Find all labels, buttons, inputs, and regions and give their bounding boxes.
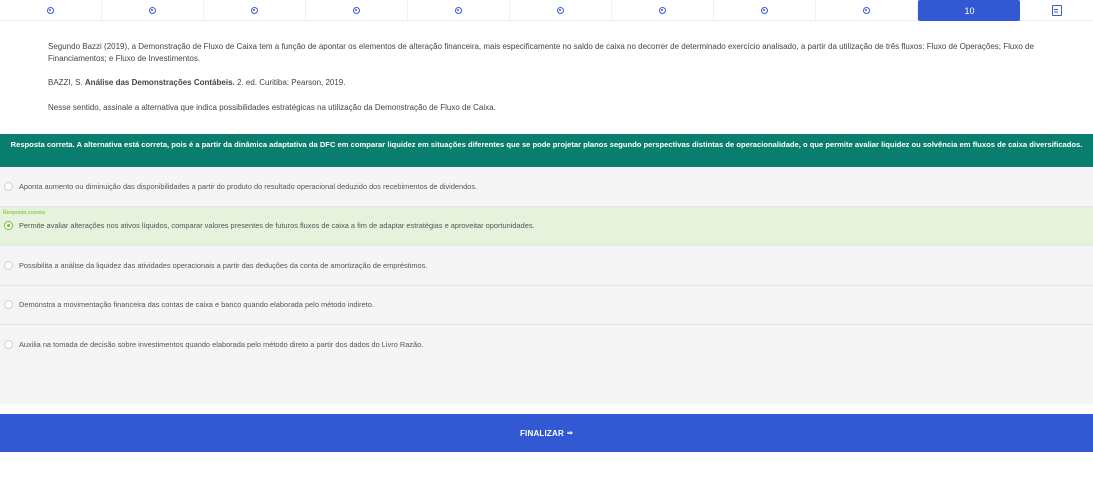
alternative-text: Permite avaliar alterações nos ativos lí…	[19, 221, 535, 231]
alternative-text: Auxilia na tomada de decisão sobre inves…	[19, 340, 424, 350]
answered-dot-icon	[863, 7, 871, 14]
answered-dot-icon	[761, 7, 769, 14]
alternative-text: Aponta aumento ou diminuição das disponi…	[19, 181, 478, 191]
alternative-e[interactable]: Auxilia na tomada de decisão sobre inves…	[0, 325, 1093, 365]
question-nav-current[interactable]: 10	[918, 0, 1021, 21]
question-nav-8[interactable]	[714, 0, 817, 21]
question-navigation: 10	[0, 0, 1093, 21]
question-body: Segundo Bazzi (2019), a Demonstração de …	[48, 41, 1058, 126]
feedback-banner: Resposta correta. A alternativa está cor…	[0, 134, 1093, 167]
answered-dot-icon	[47, 7, 55, 14]
reference-author: BAZZI, S.	[48, 78, 83, 87]
reference-title: Análise das Demonstrações Contábeis.	[84, 78, 235, 87]
answered-dot-icon	[455, 7, 463, 14]
alternative-text: Demonstra a movimentação financeira das …	[19, 300, 374, 310]
arrow-right-icon: ⇒	[566, 430, 574, 437]
alternative-d[interactable]: Demonstra a movimentação financeira das …	[0, 286, 1093, 325]
radio-button-selected[interactable]	[4, 221, 13, 231]
question-nav-7[interactable]	[612, 0, 715, 21]
radio-button[interactable]	[4, 300, 13, 310]
question-nav-6[interactable]	[510, 0, 613, 21]
answered-dot-icon	[353, 7, 361, 14]
question-nav-5[interactable]	[408, 0, 511, 21]
question-nav-4[interactable]	[306, 0, 409, 21]
alternative-b[interactable]: Resposta correta Permite avaliar alteraç…	[0, 206, 1093, 246]
question-nav-3[interactable]	[204, 0, 307, 21]
alternative-c[interactable]: Possibilita a análise da liquidez das at…	[0, 246, 1093, 286]
finalizar-button[interactable]: FINALIZAR ⇒	[0, 414, 1093, 452]
question-nav-9[interactable]	[816, 0, 919, 21]
question-reference: BAZZI, S. Análise das Demonstrações Cont…	[48, 77, 1058, 89]
correct-answer-tag: Resposta correta	[3, 209, 45, 216]
answered-dot-icon	[149, 7, 157, 14]
question-prompt: Nesse sentido, assinale a alternativa qu…	[48, 102, 496, 112]
summary-button[interactable]	[1020, 0, 1093, 21]
document-edit-icon	[1051, 5, 1062, 16]
question-context: Segundo Bazzi (2019), a Demonstração de …	[48, 42, 1034, 63]
answered-dot-icon	[557, 7, 565, 14]
alternative-a[interactable]: Aponta aumento ou diminuição das disponi…	[0, 167, 1093, 207]
finalizar-label: FINALIZAR	[519, 428, 564, 438]
question-nav-1[interactable]	[0, 0, 103, 21]
alternative-text: Possibilita a análise da liquidez das at…	[19, 260, 428, 270]
answered-dot-icon	[659, 7, 667, 14]
question-nav-2[interactable]	[102, 0, 205, 21]
radio-button[interactable]	[4, 340, 13, 350]
answered-dot-icon	[251, 7, 259, 14]
radio-button[interactable]	[4, 260, 13, 270]
alternatives-list: Aponta aumento ou diminuição das disponi…	[0, 167, 1093, 404]
radio-button[interactable]	[4, 181, 13, 191]
reference-edition: 2. ed. Curitiba: Pearson, 2019.	[236, 78, 346, 87]
